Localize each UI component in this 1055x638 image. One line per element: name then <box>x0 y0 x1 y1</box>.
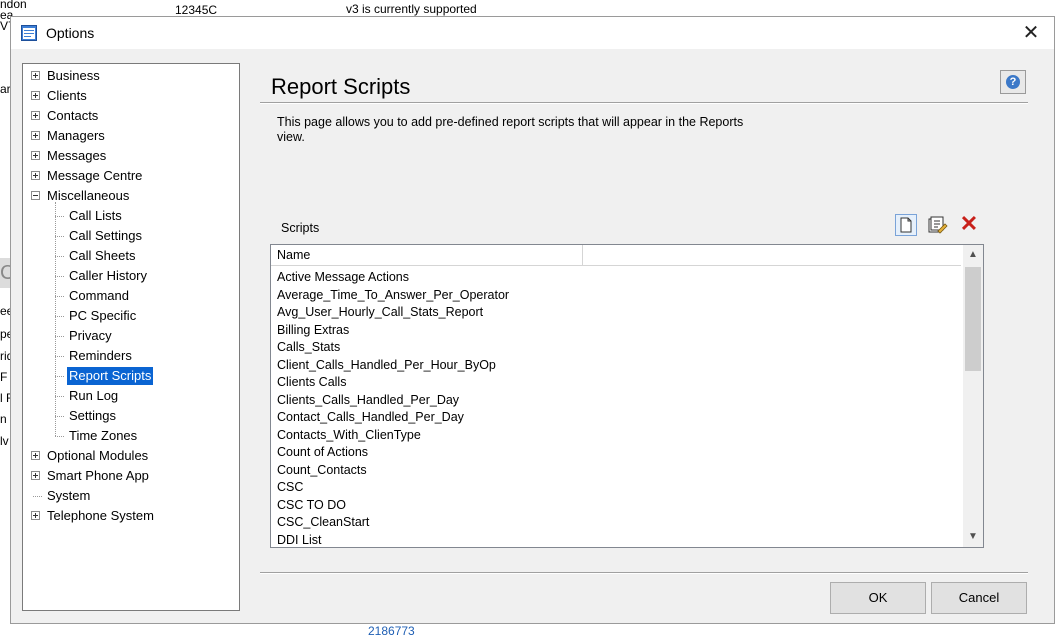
options-tree[interactable]: Business Clients Contacts Managers Messages M… <box>22 63 240 611</box>
help-icon: ? <box>1006 75 1020 89</box>
scripts-list[interactable]: Name Active Message Actions Average_Time_… <box>270 244 984 548</box>
tree-connector <box>55 202 56 436</box>
expand-icon[interactable] <box>31 131 40 140</box>
tree-item-label: Smart Phone App <box>47 468 149 483</box>
help-button[interactable]: ? <box>1000 70 1026 94</box>
tree-item-label: Clients <box>47 88 87 103</box>
expand-icon[interactable] <box>31 71 40 80</box>
tree-item-label: Call Sheets <box>69 248 136 263</box>
column-header-name[interactable]: Name <box>271 245 583 265</box>
list-item[interactable]: Avg_User_Hourly_Call_Stats_Report <box>277 304 483 321</box>
tree-item-label: Caller History <box>69 268 148 283</box>
tree-item-label: Settings <box>69 408 116 423</box>
tree-connector <box>55 436 64 437</box>
background-text: 12345C <box>175 3 218 17</box>
list-item[interactable]: Average_Time_To_Answer_Per_Operator <box>277 287 509 304</box>
expand-icon[interactable] <box>31 511 40 520</box>
list-item[interactable]: Billing Extras <box>277 322 349 339</box>
page-description: This page allows you to add pre-defined … <box>277 115 744 144</box>
list-item[interactable]: Count of Actions <box>277 444 368 461</box>
tree-connector <box>55 316 64 317</box>
background-text: n <box>0 412 7 426</box>
background-text: v3 is currently supported <box>346 2 477 16</box>
list-header: Name <box>271 245 961 266</box>
edit-script-button[interactable] <box>926 214 948 236</box>
ok-button[interactable]: OK <box>830 582 926 614</box>
tree-connector <box>55 296 64 297</box>
delete-script-button[interactable]: ✕ <box>958 211 980 236</box>
tree-connector <box>55 336 64 337</box>
tree-connector <box>55 396 64 397</box>
background-text: lv <box>0 434 9 448</box>
close-button[interactable]: ✕ <box>1008 17 1054 49</box>
tree-item-label: Report Scripts <box>67 367 154 385</box>
tree-connector <box>55 376 64 377</box>
expand-icon[interactable] <box>31 91 40 100</box>
list-item[interactable]: Clients Calls <box>277 374 346 391</box>
tree-item-label: Call Lists <box>69 208 122 223</box>
list-item[interactable]: CSC <box>277 479 303 496</box>
tree-connector <box>55 356 64 357</box>
options-app-icon <box>21 25 37 41</box>
scroll-up-icon[interactable]: ▲ <box>963 245 983 265</box>
tree-connector <box>55 416 64 417</box>
tree-connector <box>55 216 64 217</box>
list-item[interactable]: DDI List <box>277 532 321 548</box>
vertical-scrollbar[interactable]: ▲ ▼ <box>963 245 983 547</box>
tree-connector <box>55 236 64 237</box>
tree-item-label: Business <box>47 68 100 83</box>
expand-icon[interactable] <box>31 111 40 120</box>
title-bar: Options ✕ <box>11 17 1054 49</box>
tree-item-label: Message Centre <box>47 168 143 183</box>
list-item[interactable]: Active Message Actions <box>277 269 409 286</box>
tree-item-label: Managers <box>47 128 105 143</box>
collapse-icon[interactable] <box>31 191 40 200</box>
delete-icon: ✕ <box>959 211 979 236</box>
tree-item-label: PC Specific <box>69 308 137 323</box>
tree-item-label: Optional Modules <box>47 448 149 463</box>
list-item[interactable]: Contact_Calls_Handled_Per_Day <box>277 409 464 426</box>
tree-item-label: System <box>47 488 91 503</box>
tree-item-label: Command <box>69 288 129 303</box>
new-document-icon <box>900 217 912 233</box>
page-title: Report Scripts <box>271 74 411 99</box>
tree-item-label: Messages <box>47 148 107 163</box>
tree-item-label: Reminders <box>69 348 132 363</box>
scroll-down-icon[interactable]: ▼ <box>963 527 983 547</box>
footer-divider <box>260 572 1028 574</box>
list-item[interactable]: CSC_CleanStart <box>277 514 369 531</box>
list-item[interactable]: Client_Calls_Handled_Per_Hour_ByOp <box>277 357 496 374</box>
tree-item-label: Run Log <box>69 388 119 403</box>
tree-item-label: Telephone System <box>47 508 154 523</box>
background-link[interactable]: 2186773 <box>368 624 415 638</box>
tree-connector <box>55 256 64 257</box>
new-script-button[interactable] <box>895 214 917 236</box>
expand-icon[interactable] <box>31 151 40 160</box>
expand-icon[interactable] <box>31 451 40 460</box>
list-item[interactable]: Clients_Calls_Handled_Per_Day <box>277 392 459 409</box>
cancel-button[interactable]: Cancel <box>931 582 1027 614</box>
tree-item-label: Call Settings <box>69 228 142 243</box>
list-item[interactable]: Count_Contacts <box>277 462 367 479</box>
edit-document-icon <box>928 216 948 234</box>
window-title: Options <box>46 25 95 41</box>
list-item[interactable]: Calls_Stats <box>277 339 340 356</box>
column-header-blank[interactable] <box>583 245 961 265</box>
tree-connector <box>55 276 64 277</box>
background-text: F <box>0 370 8 384</box>
tree-item-label: Contacts <box>47 108 99 123</box>
tree-connector <box>33 496 42 497</box>
scripts-label: Scripts <box>281 221 320 235</box>
title-divider <box>260 102 1028 104</box>
list-item[interactable]: Contacts_With_ClienType <box>277 427 421 444</box>
scrollbar-thumb[interactable] <box>965 267 981 371</box>
tree-item-label: Time Zones <box>69 428 138 443</box>
tree-item-label: Miscellaneous <box>47 188 130 203</box>
expand-icon[interactable] <box>31 171 40 180</box>
list-item[interactable]: CSC TO DO <box>277 497 346 514</box>
tree-item-label: Privacy <box>69 328 112 343</box>
expand-icon[interactable] <box>31 471 40 480</box>
